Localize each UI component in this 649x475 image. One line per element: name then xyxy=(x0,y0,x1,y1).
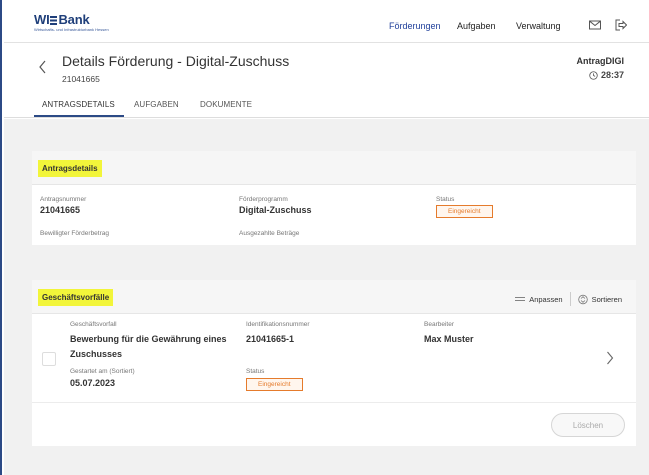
vorfall-value-line2: Zuschusses xyxy=(70,349,123,359)
app-window: WI Bank Wirtschafts- und Infrastrukturban… xyxy=(0,0,649,475)
foerderprogramm-value: Digital-Zuschuss xyxy=(239,205,312,215)
chevron-left-icon[interactable] xyxy=(38,60,48,74)
page-title: Details Förderung - Digital-Zuschuss xyxy=(62,53,290,69)
chevron-right-icon[interactable] xyxy=(606,351,614,365)
clock-icon xyxy=(589,70,598,80)
foerderprogramm-label: Förderprogramm xyxy=(239,196,288,203)
status-label: Status xyxy=(436,196,455,203)
logo-bars-icon xyxy=(50,16,58,25)
antragsdetails-card: Antragsdetails Antragsnummer 21041665 Fö… xyxy=(32,151,636,245)
col-vorfall-label: Geschäftsvorfall xyxy=(70,321,117,328)
anpassen-button[interactable]: Anpassen xyxy=(529,295,562,304)
timer-value: 28:37 xyxy=(600,70,624,80)
wibank-logo[interactable]: WI Bank xyxy=(34,12,90,27)
geschaeftsvorfaelle-card: Geschäftsvorfälle Anpassen Sortieren Ges… xyxy=(32,280,636,446)
row-status-badge: Eingereicht xyxy=(246,378,303,391)
loeschen-button[interactable]: Löschen xyxy=(551,413,625,437)
geschaeftsvorfaelle-heading: Geschäftsvorfälle xyxy=(38,289,114,306)
row-checkbox[interactable] xyxy=(42,352,56,366)
sortieren-button[interactable]: Sortieren xyxy=(592,295,622,304)
tab-aufgaben[interactable]: AUFGABEN xyxy=(134,100,179,109)
app-code: AntragDIGI xyxy=(576,56,624,66)
status-badge: Eingereicht xyxy=(436,205,493,218)
tab-bar: ANTRAGSDETAILS AUFGABEN DOKUMENTE xyxy=(4,92,649,118)
active-tab-indicator xyxy=(34,115,124,117)
top-navigation-bar: WI Bank Wirtschafts- und Infrastrukturban… xyxy=(4,0,649,42)
row-divider xyxy=(32,402,636,403)
page-id: 21041665 xyxy=(62,74,100,84)
logout-icon[interactable] xyxy=(615,19,627,31)
bearbeiter-value: Max Muster xyxy=(424,334,474,344)
list-icon xyxy=(515,297,526,301)
nav-item-verwaltung[interactable]: Verwaltung xyxy=(516,21,561,31)
ausgezahlt-label: Ausgezahlte Beträge xyxy=(239,230,300,237)
col-bearbeiter-label: Bearbeiter xyxy=(424,321,454,328)
tab-dokumente[interactable]: DOKUMENTE xyxy=(200,100,252,109)
table-row[interactable]: Geschäftsvorfall Bewerbung für die Gewäh… xyxy=(32,315,636,402)
antragsdetails-header: Antragsdetails xyxy=(32,151,636,185)
actions-divider xyxy=(569,292,571,306)
header-divider xyxy=(4,42,649,43)
tab-antragsdetails[interactable]: ANTRAGSDETAILS xyxy=(42,100,115,109)
geschaeftsvorfaelle-header: Geschäftsvorfälle Anpassen Sortieren xyxy=(32,280,636,314)
col-id-label: Identifikationsnummer xyxy=(246,321,310,328)
started-value: 05.07.2023 xyxy=(70,378,116,388)
logo-tagline: Wirtschafts- und Infrastrukturbank Hesse… xyxy=(34,27,109,32)
bewilligt-label: Bewilligter Förderbetrag xyxy=(40,230,110,237)
antragsnummer-value: 21041665 xyxy=(40,205,81,215)
id-value: 21041665-1 xyxy=(246,334,295,344)
nav-item-aufgaben[interactable]: Aufgaben xyxy=(457,21,496,31)
nav-item-foerderungen[interactable]: Förderungen xyxy=(389,21,441,31)
antragsnummer-label: Antragsnummer xyxy=(40,196,87,203)
started-label: Gestartet am (Sortiert) xyxy=(70,368,135,375)
list-actions: Anpassen Sortieren xyxy=(515,292,622,306)
row-status-label: Status xyxy=(246,368,265,375)
session-timer: 28:37 xyxy=(589,70,624,80)
antragsdetails-heading: Antragsdetails xyxy=(38,160,102,177)
mail-icon[interactable] xyxy=(589,19,601,31)
sort-icon xyxy=(577,294,588,304)
vorfall-value-line1: Bewerbung für die Gewährung eines xyxy=(70,334,227,344)
